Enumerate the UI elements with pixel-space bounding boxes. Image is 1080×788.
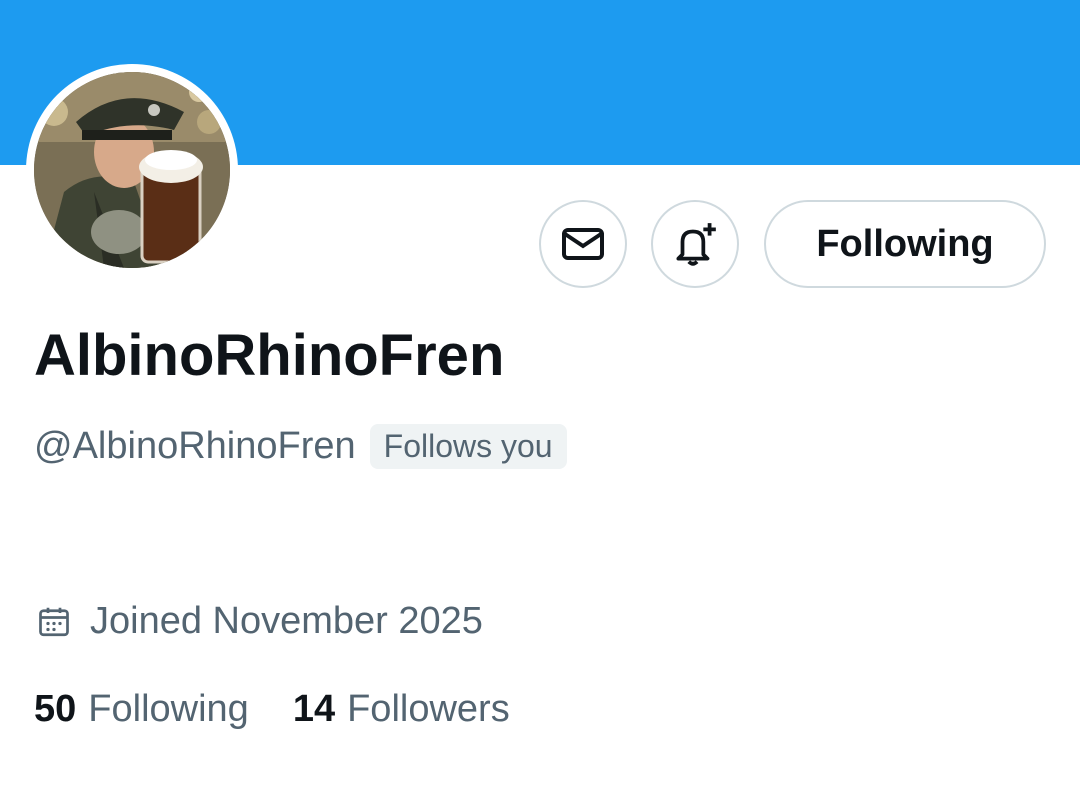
- display-name: AlbinoRhinoFren: [34, 323, 505, 388]
- envelope-icon: [562, 228, 604, 260]
- followers-label: Followers: [347, 688, 510, 730]
- avatar-photo: [34, 72, 230, 268]
- calendar-icon: [39, 607, 69, 636]
- joined-date-row: Joined November 2025: [36, 600, 483, 643]
- message-button[interactable]: [539, 200, 627, 288]
- user-handle: @AlbinoRhinoFren: [34, 425, 356, 467]
- followers-count: 14: [292, 688, 336, 730]
- follow-stats: 50 Following 14 Followers: [34, 688, 554, 731]
- profile-page: Following AlbinoRhinoFren @AlbinoRhinoFr…: [0, 0, 1080, 788]
- avatar[interactable]: [26, 64, 238, 276]
- bell-plus-icon: [676, 223, 716, 266]
- following-count: 50: [34, 688, 77, 730]
- following-stat-link[interactable]: 50 Following: [34, 688, 249, 731]
- handle-row: @AlbinoRhinoFren Follows you: [34, 424, 567, 469]
- follows-you-badge: Follows you: [369, 424, 567, 469]
- notify-button[interactable]: [651, 200, 739, 288]
- following-button[interactable]: Following: [764, 200, 1046, 288]
- followers-stat-link[interactable]: 14 Followers: [293, 688, 510, 731]
- following-label: Following: [88, 688, 249, 730]
- joined-date: Joined November 2025: [90, 600, 483, 642]
